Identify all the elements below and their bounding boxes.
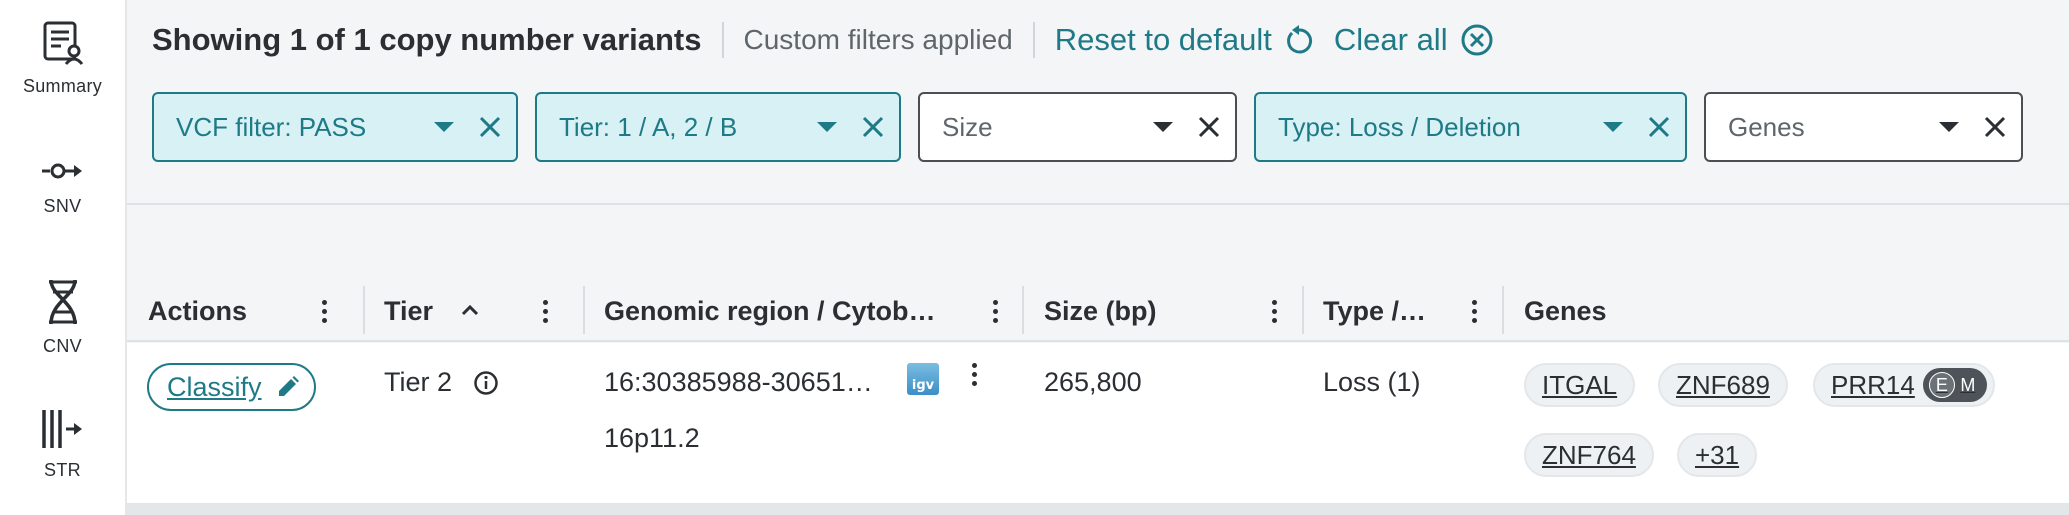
sidebar-item-cnv[interactable]: CNV [0,278,125,357]
gene-chip-znf764[interactable]: ZNF764 [1524,433,1654,477]
column-resizer[interactable] [363,286,365,334]
classify-button[interactable]: Classify [147,363,316,411]
clear-all-label: Clear all [1333,22,1448,57]
column-menu-icon[interactable] [535,296,555,326]
more-genes-chip[interactable]: +31 [1677,433,1758,477]
column-header-size[interactable]: Size (bp) [1044,280,1157,342]
filter-label: Genes [1728,111,1805,142]
column-menu-icon[interactable] [985,296,1005,326]
sidebar-item-label: CNV [43,336,82,356]
column-menu-icon[interactable] [1464,296,1484,326]
evidence-m-badge: M [1960,374,1976,395]
column-menu-icon[interactable] [1264,296,1284,326]
divider [127,203,2069,205]
results-summary: Showing 1 of 1 copy number variants Cust… [152,18,1494,62]
filter-tier[interactable]: Tier: 1 / A, 2 / B [535,92,901,162]
column-header-type[interactable]: Type /… [1323,280,1426,342]
close-icon[interactable] [1983,115,2007,139]
info-icon[interactable] [473,370,499,396]
column-resizer[interactable] [1022,286,1024,334]
pencil-icon [278,376,299,396]
gene-chip-znf689[interactable]: ZNF689 [1658,363,1788,407]
chevron-down-icon[interactable] [1939,122,1959,132]
column-resizer[interactable] [1302,286,1304,334]
sidebar-item-label: SNV [43,196,82,216]
sidebar-item-label: STR [44,460,81,480]
cytoband-value: 16p11.2 [604,423,700,453]
chevron-down-icon[interactable] [1603,122,1623,132]
sidebar-item-snv[interactable]: SNV [0,156,125,217]
reset-to-default-button[interactable]: Reset to default [1055,22,1314,58]
gene-label: ITGAL [1542,369,1618,400]
column-resizer[interactable] [1502,286,1504,334]
sidebar-item-str[interactable]: STR [0,408,125,481]
sidebar: Summary SNV CNV STR [0,0,127,515]
filter-label: VCF filter: PASS [176,111,367,142]
genomic-region-value: 16:30385988-30651… [604,367,873,397]
sidebar-item-label: Summary [22,76,103,96]
gene-label: PRR14 [1831,369,1915,400]
column-resizer[interactable] [583,286,585,334]
column-header-actions[interactable]: Actions [148,280,247,342]
sort-ascending-icon[interactable] [461,303,479,317]
more-genes-label: +31 [1695,439,1740,470]
summary-icon [43,21,83,65]
table-row: Classify Tier 2 16:30385988-30651… igv 1… [127,343,2069,503]
close-icon[interactable] [861,115,885,139]
close-icon[interactable] [478,115,502,139]
filter-label: Tier: 1 / A, 2 / B [559,111,738,142]
close-icon[interactable] [1647,115,1671,139]
reset-icon [1286,25,1312,54]
gene-label: ZNF764 [1542,439,1636,470]
chevron-down-icon[interactable] [817,122,837,132]
filter-vcf[interactable]: VCF filter: PASS [152,92,518,162]
table-header: Actions Tier Genomic region / Cytob… Siz… [127,280,2069,342]
filter-type[interactable]: Type: Loss / Deletion [1254,92,1687,162]
chevron-down-icon[interactable] [1153,122,1173,132]
gene-label: ZNF689 [1676,369,1770,400]
results-count-title: Showing 1 of 1 copy number variants [152,22,702,57]
column-menu-icon[interactable] [314,296,334,326]
sidebar-item-summary[interactable]: Summary [0,20,125,97]
main-panel: Showing 1 of 1 copy number variants Cust… [127,0,2069,515]
filters-status: Custom filters applied [743,24,1013,55]
evidence-e-badge: E [1928,372,1955,398]
chevron-down-icon[interactable] [434,122,454,132]
tier-value: Tier 2 [384,367,453,397]
column-header-tier[interactable]: Tier [384,280,433,342]
gene-chip-prr14[interactable]: PRR14 E M [1813,363,1995,407]
filter-size[interactable]: Size [918,92,1237,162]
row-menu-icon[interactable] [964,359,984,389]
filter-label: Type: Loss / Deletion [1278,111,1521,142]
close-icon[interactable] [1197,115,1221,139]
filter-bar: VCF filter: PASS Tier: 1 / A, 2 / B Size… [152,92,2023,162]
divider [721,22,724,58]
gene-chip-itgal[interactable]: ITGAL [1524,363,1636,407]
str-icon [41,410,82,448]
igv-icon[interactable]: igv [907,363,939,395]
divider [1032,22,1035,58]
classify-label: Classify [167,371,262,402]
clear-all-button[interactable]: Clear all [1334,22,1494,58]
filter-genes[interactable]: Genes [1704,92,2023,162]
filter-label: Size [942,111,993,142]
dna-icon [48,279,77,325]
snv-icon [41,163,82,179]
type-value: Loss (1) [1323,367,1421,397]
evidence-badge: E M [1922,368,1987,402]
clear-circle-icon [1461,24,1493,56]
size-value: 265,800 [1044,367,1142,397]
column-header-genes[interactable]: Genes [1524,280,1607,342]
column-header-genomic-region[interactable]: Genomic region / Cytob… [604,280,936,342]
table-footer-edge [127,503,2069,515]
reset-to-default-label: Reset to default [1054,22,1272,57]
